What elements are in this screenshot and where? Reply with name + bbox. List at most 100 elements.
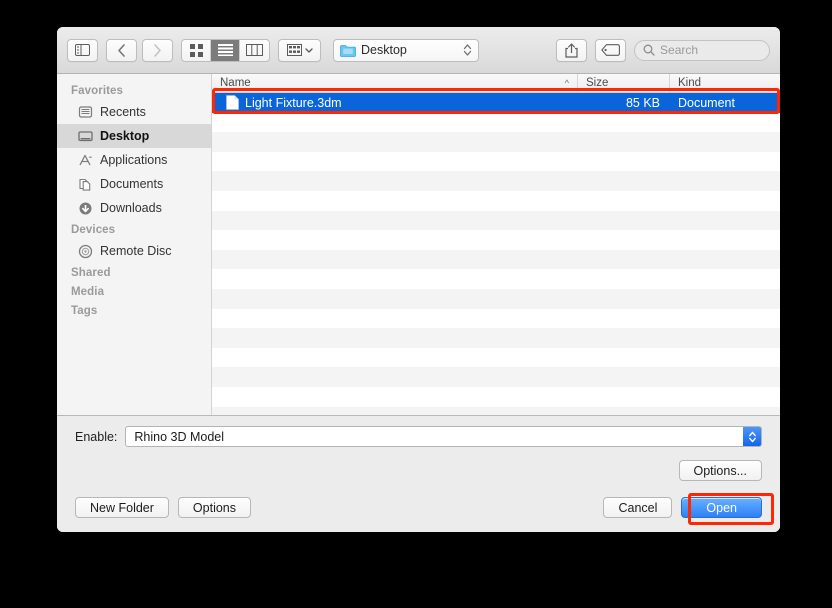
primary-buttons: Cancel Open bbox=[603, 497, 762, 518]
file-name-label: Light Fixture.3dm bbox=[245, 95, 342, 110]
view-column-button[interactable] bbox=[240, 40, 269, 61]
sidebar-item-downloads[interactable]: Downloads bbox=[57, 196, 211, 220]
empty-row bbox=[212, 348, 780, 368]
empty-row bbox=[212, 387, 780, 407]
file-list-pane: Name ^ Size Kind Light Fixture.3dm 85 KB… bbox=[212, 74, 780, 415]
open-file-dialog: Desktop Search Favorites Recents Desktop… bbox=[57, 27, 780, 532]
sidebar-item-label: Applications bbox=[100, 153, 168, 167]
applications-icon bbox=[77, 152, 93, 168]
group-icon bbox=[286, 44, 302, 56]
empty-row bbox=[212, 269, 780, 289]
search-placeholder: Search bbox=[660, 43, 699, 57]
sidebar-item-documents[interactable]: Documents bbox=[57, 172, 211, 196]
new-folder-button[interactable]: New Folder bbox=[75, 497, 169, 518]
empty-row bbox=[212, 249, 780, 270]
file-list-header: Name ^ Size Kind bbox=[212, 74, 780, 93]
path-popup-label: Desktop bbox=[361, 43, 407, 57]
back-button[interactable] bbox=[106, 38, 137, 62]
stepper-icon[interactable] bbox=[743, 427, 761, 446]
share-button[interactable] bbox=[556, 38, 588, 62]
options-button[interactable]: Options bbox=[177, 497, 252, 518]
empty-row bbox=[212, 328, 780, 348]
desktop-icon bbox=[77, 128, 93, 144]
chevron-down-icon bbox=[304, 47, 313, 53]
sidebar-group-title-devices: Devices bbox=[71, 224, 116, 236]
column-header-kind[interactable]: Kind bbox=[670, 74, 780, 92]
folder-icon bbox=[340, 44, 356, 57]
file-size-cell: 85 KB bbox=[625, 95, 660, 110]
view-icon-button[interactable] bbox=[182, 39, 211, 61]
downloads-icon bbox=[77, 200, 93, 216]
empty-row bbox=[212, 171, 780, 191]
updown-chevron-icon bbox=[463, 43, 472, 57]
empty-row bbox=[212, 113, 780, 133]
empty-row bbox=[212, 191, 780, 211]
empty-row bbox=[212, 230, 780, 250]
column-header-name[interactable]: Name ^ bbox=[212, 74, 578, 92]
empty-row bbox=[212, 132, 780, 152]
dialog-button-row: New Folder Options Cancel Open bbox=[57, 481, 780, 532]
document-file-icon bbox=[226, 95, 239, 111]
enable-row: Enable: Rhino 3D Model bbox=[75, 426, 762, 447]
arrange-by-button[interactable] bbox=[278, 38, 321, 62]
sidebar-item-desktop[interactable]: Desktop bbox=[57, 124, 211, 148]
file-kind-cell: Document bbox=[678, 95, 735, 110]
sidebar-item-label: Recents bbox=[100, 105, 146, 119]
path-popup-button[interactable]: Desktop bbox=[333, 38, 480, 62]
enable-value-label: Rhino 3D Model bbox=[134, 429, 225, 444]
sidebar-group-title-favorites: Favorites bbox=[71, 85, 124, 97]
columns-icon bbox=[246, 44, 263, 56]
documents-icon bbox=[77, 176, 93, 192]
empty-row bbox=[212, 309, 780, 329]
table-row[interactable]: Light Fixture.3dm 85 KB Document bbox=[212, 93, 780, 113]
empty-row bbox=[212, 152, 780, 172]
sort-ascending-icon: ^ bbox=[564, 78, 569, 88]
toolbar: Desktop Search bbox=[57, 27, 780, 74]
view-list-button[interactable] bbox=[211, 39, 240, 61]
enable-filetype-popup[interactable]: Rhino 3D Model bbox=[125, 426, 762, 447]
recents-icon bbox=[77, 104, 93, 120]
remote-disc-icon bbox=[77, 243, 93, 259]
forward-button[interactable] bbox=[142, 38, 173, 62]
tag-icon bbox=[601, 44, 620, 56]
empty-row bbox=[212, 288, 780, 309]
sidebar-item-label: Remote Disc bbox=[100, 244, 172, 258]
sidebar-item-applications[interactable]: Applications bbox=[57, 148, 211, 172]
sidebar-item-label: Documents bbox=[100, 177, 164, 191]
grid-icon bbox=[189, 43, 203, 57]
dialog-body: Favorites Recents Desktop Applications D… bbox=[57, 74, 780, 415]
chevron-right-icon bbox=[153, 43, 162, 57]
sidebar-group-title-tags: Tags bbox=[71, 305, 98, 317]
column-header-size-label: Size bbox=[586, 77, 609, 89]
sidebar-item-recents[interactable]: Recents bbox=[57, 100, 211, 124]
list-icon bbox=[217, 44, 233, 56]
sidebar-item-label: Desktop bbox=[100, 129, 150, 143]
search-field[interactable]: Search bbox=[634, 39, 771, 61]
dialog-footer-top: Enable: Rhino 3D Model Options... bbox=[57, 415, 780, 481]
tag-button[interactable] bbox=[595, 38, 627, 62]
file-name-cell: Light Fixture.3dm bbox=[212, 95, 578, 111]
column-header-kind-label: Kind bbox=[678, 77, 702, 89]
enable-label: Enable: bbox=[75, 429, 118, 444]
file-list-rows: Light Fixture.3dm 85 KB Document bbox=[212, 93, 780, 415]
sidebar-group-title-shared: Shared bbox=[71, 267, 111, 279]
share-icon bbox=[565, 42, 578, 58]
chevron-left-icon bbox=[117, 43, 126, 57]
view-mode-segmented-control[interactable] bbox=[181, 38, 270, 62]
column-header-size[interactable]: Size bbox=[578, 74, 670, 92]
sidebar-group-title-media: Media bbox=[71, 286, 105, 298]
options-ellipsis-button[interactable]: Options... bbox=[678, 460, 762, 481]
options-ellipsis-row: Options... bbox=[75, 460, 762, 481]
sidebar-item-label: Downloads bbox=[100, 201, 162, 215]
empty-row bbox=[212, 367, 780, 387]
empty-row bbox=[212, 210, 780, 231]
sidebar-icon bbox=[75, 44, 90, 56]
sidebar: Favorites Recents Desktop Applications D… bbox=[57, 74, 212, 415]
search-icon bbox=[643, 44, 655, 56]
sidebar-toggle-button[interactable] bbox=[67, 38, 98, 62]
open-button[interactable]: Open bbox=[681, 497, 762, 518]
sidebar-item-remote-disc[interactable]: Remote Disc bbox=[57, 239, 211, 263]
cancel-button[interactable]: Cancel bbox=[603, 497, 673, 518]
column-header-name-label: Name bbox=[220, 77, 251, 89]
empty-row bbox=[212, 406, 780, 415]
